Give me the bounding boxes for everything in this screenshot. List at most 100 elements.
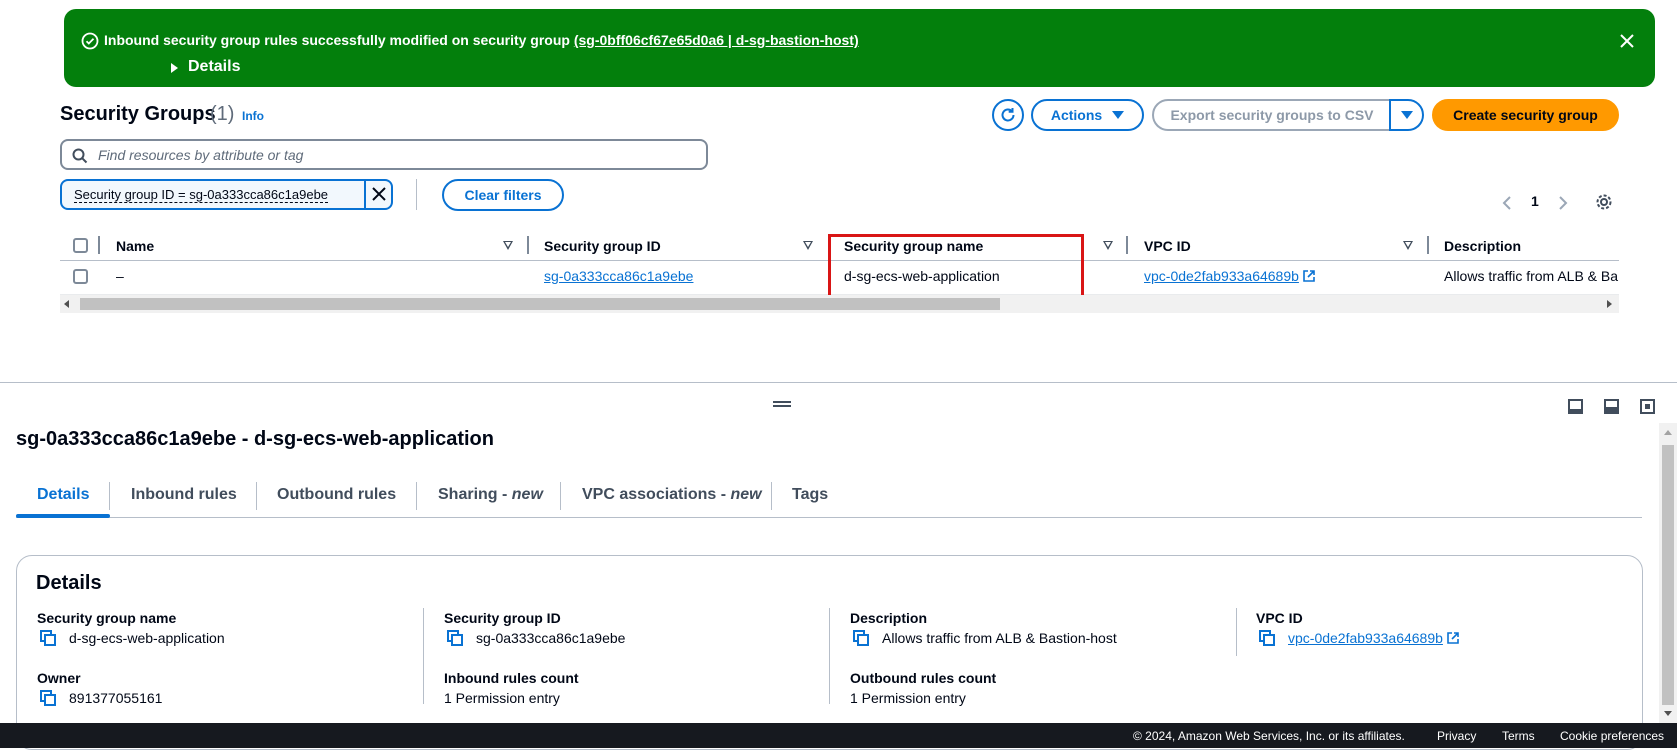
page-footer: © 2024, Amazon Web Services, Inc. or its…: [0, 723, 1677, 748]
tab-divider: [256, 482, 257, 510]
tab-new-badge: new: [511, 486, 543, 503]
vertical-scrollbar[interactable]: [1659, 423, 1677, 723]
panel-side-icon[interactable]: [1604, 399, 1619, 414]
column-divider[interactable]: [527, 236, 529, 254]
info-link[interactable]: Info: [242, 109, 264, 123]
tab-label: Tags: [792, 486, 829, 503]
column-divider: [829, 608, 830, 704]
scrollbar-thumb[interactable]: [80, 298, 1000, 310]
flash-details-toggle[interactable]: Details: [188, 58, 240, 76]
highlight-box: [828, 234, 1084, 298]
search-input[interactable]: Find resources by attribute or tag: [60, 139, 708, 170]
tab-sharing[interactable]: Sharing - new: [438, 486, 543, 504]
export-dropdown-button[interactable]: [1389, 99, 1424, 131]
col-header-description[interactable]: Description: [1444, 238, 1521, 254]
horizontal-scrollbar[interactable]: [60, 295, 1619, 313]
cell-description: Allows traffic from ALB & Ba: [1444, 268, 1619, 284]
actions-button[interactable]: Actions: [1031, 99, 1144, 131]
select-all-checkbox[interactable]: [73, 238, 88, 253]
create-security-group-button[interactable]: Create security group: [1432, 99, 1619, 131]
active-tab-indicator: [16, 514, 110, 518]
copy-icon[interactable]: [40, 630, 56, 646]
token-divider: [364, 181, 366, 208]
copy-icon[interactable]: [447, 630, 463, 646]
tab-divider: [560, 482, 561, 510]
tab-label: Inbound rules: [131, 486, 237, 503]
inbound-count-label: Inbound rules count: [444, 670, 579, 686]
tab-outbound-rules[interactable]: Outbound rules: [277, 486, 396, 504]
footer-privacy-link[interactable]: Privacy: [1437, 729, 1476, 743]
scroll-right-icon[interactable]: [1607, 300, 1613, 308]
actions-label: Actions: [1050, 107, 1103, 123]
footer-terms-link[interactable]: Terms: [1502, 729, 1535, 743]
tab-tags[interactable]: Tags: [792, 486, 828, 504]
refresh-button[interactable]: [992, 99, 1024, 131]
current-page[interactable]: 1: [1531, 193, 1539, 209]
caret-down-icon: [1400, 111, 1413, 119]
gear-icon[interactable]: [1595, 193, 1613, 211]
tab-inbound-rules[interactable]: Inbound rules: [131, 486, 237, 504]
tab-details[interactable]: Details: [37, 486, 89, 504]
split-panel-divider: [0, 382, 1677, 383]
description-label: Description: [850, 610, 928, 626]
external-link-icon: [1447, 632, 1459, 644]
caret-down-icon: [1112, 111, 1125, 119]
col-header-sg-id[interactable]: Security group ID: [544, 238, 661, 254]
export-csv-button[interactable]: Export security groups to CSV: [1152, 99, 1392, 131]
tab-divider: [109, 482, 110, 510]
caret-right-icon[interactable]: [171, 63, 178, 73]
resource-count: (1): [210, 103, 235, 125]
scroll-left-icon[interactable]: [64, 300, 70, 308]
filter-token[interactable]: Security group ID = sg-0a333cca86c1a9ebe: [60, 179, 393, 210]
sort-icon[interactable]: [503, 241, 513, 250]
close-icon[interactable]: [1617, 31, 1637, 51]
sort-icon[interactable]: [1403, 241, 1413, 250]
sort-icon[interactable]: [1103, 241, 1113, 250]
tabs-divider: [16, 517, 1642, 518]
panel-fullscreen-icon[interactable]: [1640, 399, 1655, 414]
footer-cookies-link[interactable]: Cookie preferences: [1560, 729, 1664, 743]
search-icon: [72, 148, 88, 164]
column-divider: [98, 236, 100, 254]
refresh-icon: [1001, 108, 1015, 122]
column-divider[interactable]: [1427, 236, 1429, 254]
clear-filters-button[interactable]: Clear filters: [442, 179, 564, 211]
tab-label: Details: [37, 486, 90, 503]
vpc-id-label: VPC ID: [1256, 610, 1303, 626]
copy-icon[interactable]: [40, 690, 56, 706]
vpc-id-link[interactable]: vpc-0de2fab933a64689b: [1288, 630, 1459, 646]
copy-icon[interactable]: [853, 630, 869, 646]
clear-filters-label: Clear filters: [464, 187, 542, 203]
sort-icon[interactable]: [803, 241, 813, 250]
details-card-title: Details: [36, 572, 102, 594]
sg-id-value: sg-0a333cca86c1a9ebe: [476, 630, 626, 646]
sg-name-value: d-sg-ecs-web-application: [69, 630, 225, 646]
prev-page-icon[interactable]: [1502, 195, 1512, 211]
scroll-up-icon[interactable]: [1664, 429, 1672, 435]
success-check-icon: [81, 32, 99, 50]
sg-name-label: Security group name: [37, 610, 177, 626]
panel-bottom-icon[interactable]: [1568, 399, 1583, 414]
flash-sg-link[interactable]: (sg-0bff06cf67e65d0a6 | d-sg-bastion-hos…: [574, 32, 859, 48]
cell-vpc-id-link[interactable]: vpc-0de2fab933a64689b: [1144, 268, 1315, 284]
row-checkbox[interactable]: [73, 269, 88, 284]
tab-vpc-associations[interactable]: VPC associations - new: [582, 486, 762, 504]
page-title: Security Groups: [60, 103, 216, 125]
tab-divider: [416, 482, 417, 510]
inbound-count-value: 1 Permission entry: [444, 690, 560, 706]
cell-sg-id-link[interactable]: sg-0a333cca86c1a9ebe: [544, 268, 693, 284]
column-divider: [1236, 608, 1237, 656]
copy-icon[interactable]: [1259, 630, 1275, 646]
owner-value: 891377055161: [69, 690, 163, 706]
col-header-vpc-id[interactable]: VPC ID: [1144, 238, 1191, 254]
col-header-name[interactable]: Name: [116, 238, 154, 254]
filter-token-text: Security group ID = sg-0a333cca86c1a9ebe: [74, 187, 329, 203]
column-divider[interactable]: [1126, 236, 1128, 254]
vpc-id-text: vpc-0de2fab933a64689b: [1288, 630, 1443, 646]
flash-message: Inbound security group rules successfull…: [104, 32, 859, 48]
scroll-down-icon[interactable]: [1664, 711, 1672, 717]
resize-handle-icon[interactable]: [773, 401, 791, 407]
scrollbar-thumb[interactable]: [1662, 445, 1674, 705]
remove-filter-icon[interactable]: [370, 185, 388, 203]
next-page-icon[interactable]: [1558, 195, 1568, 211]
